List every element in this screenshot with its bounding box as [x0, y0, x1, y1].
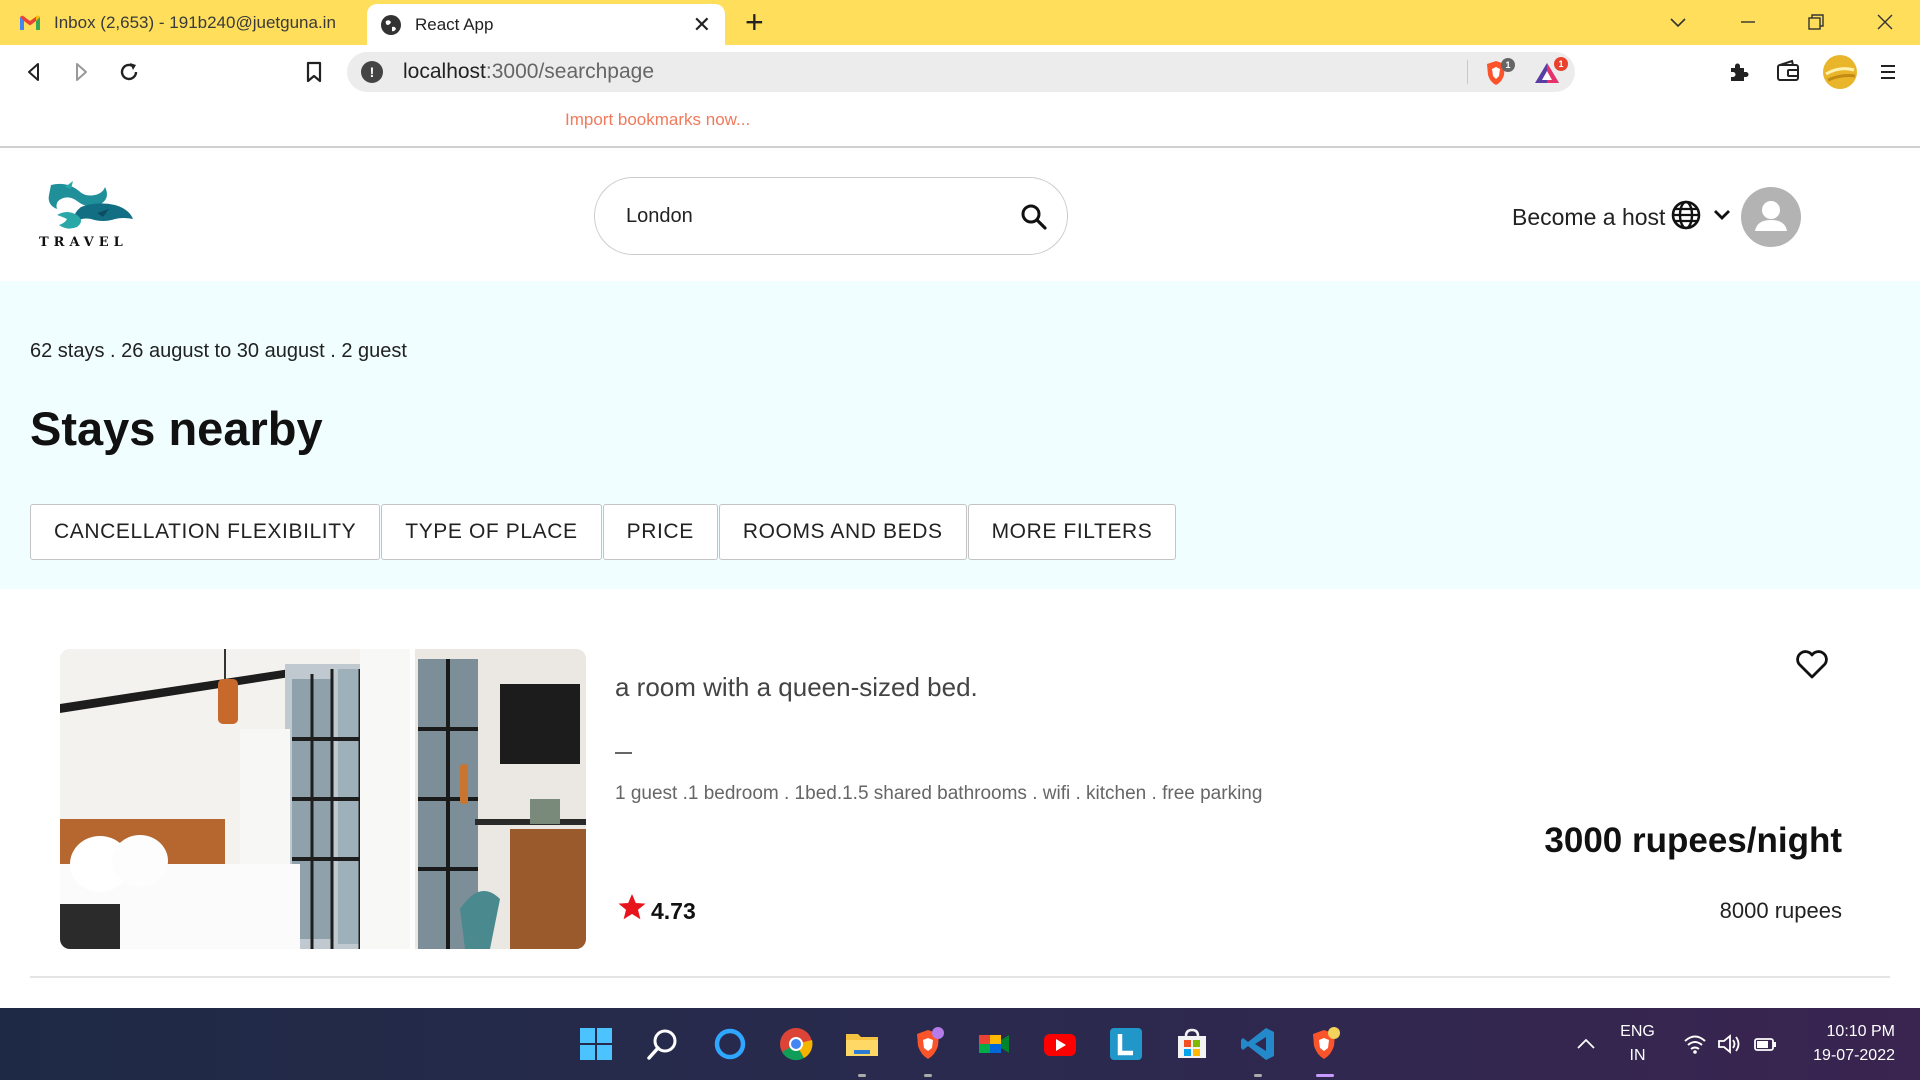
battery-icon[interactable]	[1752, 1033, 1778, 1055]
filter-rooms-beds-button[interactable]: ROOMS AND BEDS	[718, 504, 967, 560]
brave-beta-icon[interactable]	[910, 1026, 946, 1062]
microsoft-store-icon[interactable]	[1174, 1026, 1210, 1062]
cortana-icon[interactable]	[712, 1026, 748, 1062]
file-explorer-icon[interactable]	[844, 1026, 880, 1062]
tab-title: React App	[415, 14, 494, 34]
import-bookmarks-link[interactable]: Import bookmarks now...	[565, 110, 750, 130]
clock-date[interactable]: 19-07-2022	[1795, 1047, 1895, 1065]
tab-react-app[interactable]: React App ✕	[367, 4, 725, 45]
become-host-link[interactable]: Become a host	[1512, 204, 1665, 231]
vscode-icon[interactable]	[1240, 1026, 1276, 1062]
chrome-icon[interactable]	[778, 1026, 814, 1062]
filter-cancellation-button[interactable]: CANCELLATION FLEXIBILITY	[30, 504, 381, 560]
filter-bar: CANCELLATION FLEXIBILITY TYPE OF PLACE P…	[30, 504, 1177, 560]
youtube-icon[interactable]	[1042, 1026, 1078, 1062]
address-bar-divider	[1467, 60, 1468, 84]
search-icon[interactable]	[645, 1026, 681, 1062]
wallet-icon[interactable]	[1773, 57, 1803, 87]
search-icon[interactable]	[1019, 202, 1049, 232]
listing-amenities: 1 guest .1 bedroom . 1bed.1.5 shared bat…	[615, 783, 1263, 804]
search-value: London	[626, 205, 693, 227]
site-info-icon[interactable]: !	[361, 61, 383, 83]
minimize-icon[interactable]	[1738, 12, 1758, 32]
shields-badge: 1	[1501, 58, 1515, 72]
l-app-icon[interactable]	[1108, 1026, 1144, 1062]
chevron-up-icon[interactable]	[1575, 1036, 1597, 1052]
page-title: Stays nearby	[30, 402, 323, 455]
file-explorer-running-dot	[858, 1074, 866, 1077]
listing-rating: 4.73	[651, 898, 696, 924]
favorite-heart-icon[interactable]	[1795, 650, 1829, 680]
new-tab-button[interactable]: +	[745, 5, 764, 39]
star-icon	[618, 894, 646, 920]
url-path: :3000/searchpage	[485, 60, 655, 83]
extensions-icon[interactable]	[1723, 57, 1753, 87]
language-globe-icon[interactable]	[1670, 199, 1702, 231]
volume-icon[interactable]	[1716, 1033, 1742, 1055]
travel-logo[interactable]: TRAVEL	[37, 177, 149, 250]
restore-icon[interactable]	[1806, 12, 1826, 32]
tab-gmail[interactable]: Inbox (2,653) - 191b240@juetguna.in	[0, 0, 362, 45]
browser-tab-bar: Inbox (2,653) - 191b240@juetguna.in Reac…	[0, 0, 1920, 45]
language-region[interactable]: IN	[1615, 1047, 1660, 1065]
back-icon[interactable]	[19, 57, 49, 87]
windows-taskbar: ENG IN 10:10 PM 19-07-2022	[0, 1008, 1920, 1080]
brave-beta-running-dot	[924, 1074, 932, 1077]
total-price: 8000 rupees	[1719, 898, 1842, 923]
chevron-down-icon[interactable]	[1711, 204, 1733, 226]
vscode-running-dot	[1254, 1074, 1262, 1077]
windows-start-icon[interactable]	[578, 1026, 614, 1062]
rewards-badge: 1	[1554, 57, 1568, 71]
user-icon	[1755, 201, 1787, 231]
tab-search-chevron-icon[interactable]	[1668, 12, 1688, 32]
tab-title: Inbox (2,653) - 191b240@juetguna.in	[54, 12, 336, 32]
travel-logo-icon	[48, 181, 133, 229]
brave-icon[interactable]	[1306, 1026, 1342, 1062]
filter-price-button[interactable]: PRICE	[602, 504, 718, 560]
wifi-icon[interactable]	[1683, 1033, 1707, 1055]
filter-more-filters-button[interactable]: MORE FILTERS	[967, 504, 1177, 560]
listing-card[interactable]: a room with a queen-sized bed. 1 guest .…	[30, 620, 1890, 978]
menu-icon[interactable]	[1873, 57, 1903, 87]
browser-toolbar: ! localhost:3000/searchpage 1 1	[0, 45, 1920, 98]
globe-icon	[381, 14, 401, 35]
price-per-night: 3000 rupees/night	[1544, 821, 1842, 860]
language-code[interactable]: ENG	[1615, 1023, 1660, 1041]
bookmark-icon[interactable]	[299, 57, 329, 87]
close-tab-icon[interactable]: ✕	[693, 12, 711, 38]
app-header: TRAVEL London Become a host	[0, 149, 1920, 281]
hotel-room-image	[60, 649, 586, 949]
close-window-icon[interactable]	[1875, 12, 1895, 32]
url-text[interactable]: localhost:3000/searchpage	[403, 60, 654, 84]
bookmarks-bar: Import bookmarks now...	[0, 98, 1920, 148]
filter-type-of-place-button[interactable]: TYPE OF PLACE	[381, 504, 602, 560]
listing-title[interactable]: a room with a queen-sized bed.	[615, 672, 978, 703]
listing-photo[interactable]	[60, 649, 586, 949]
address-bar[interactable]: ! localhost:3000/searchpage 1 1	[347, 52, 1575, 92]
search-results-header: 62 stays . 26 august to 30 august . 2 gu…	[0, 281, 1920, 589]
forward-icon[interactable]	[66, 57, 96, 87]
google-meet-icon[interactable]	[976, 1026, 1012, 1062]
logo-text: TRAVEL	[39, 235, 128, 250]
gmail-icon	[20, 15, 40, 30]
brave-active-indicator	[1316, 1074, 1334, 1077]
listing-divider	[615, 752, 632, 754]
url-host: localhost	[403, 60, 486, 83]
location-search-input[interactable]: London	[594, 177, 1068, 255]
user-avatar[interactable]	[1741, 187, 1801, 247]
profile-avatar-icon[interactable]	[1822, 54, 1858, 90]
reload-icon[interactable]	[114, 57, 144, 87]
clock-time[interactable]: 10:10 PM	[1795, 1023, 1895, 1041]
stays-summary: 62 stays . 26 august to 30 august . 2 gu…	[30, 340, 407, 362]
